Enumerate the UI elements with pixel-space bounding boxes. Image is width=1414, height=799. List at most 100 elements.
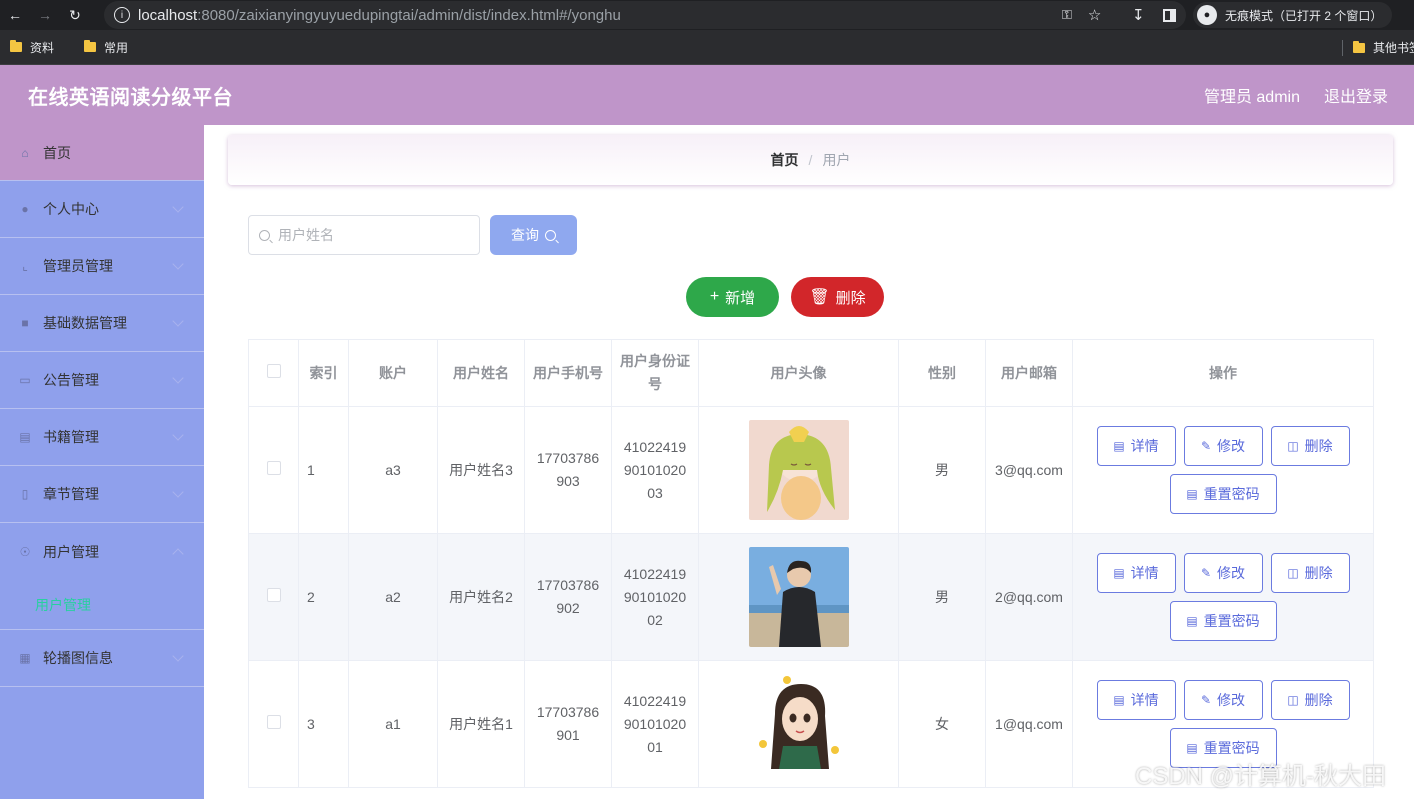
sidepanel-icon[interactable]: [1162, 8, 1176, 22]
album-icon: ▦: [19, 651, 31, 665]
incognito-icon: ●: [1197, 5, 1217, 25]
detail-label: 详情: [1130, 437, 1159, 454]
folder-icon: [1353, 40, 1365, 53]
column-header: 索引: [298, 339, 349, 407]
cell-index: 2: [298, 533, 349, 661]
incognito-badge[interactable]: ● 无痕模式（已打开 2 个窗口）: [1193, 2, 1393, 28]
edit-icon: ✎: [1200, 692, 1212, 707]
breadcrumb-home[interactable]: 首页: [771, 150, 799, 170]
chevron-down-icon: [172, 258, 184, 270]
cell-name: 用户姓名2: [437, 533, 525, 661]
reload-icon[interactable]: ↻: [60, 0, 90, 30]
column-header: 用户头像: [698, 339, 899, 407]
cell-avatar: [698, 660, 899, 788]
breadcrumb: 首页 / 用户: [228, 135, 1393, 185]
row-checkbox[interactable]: [266, 587, 281, 602]
other-bookmarks[interactable]: 其他书签: [1342, 30, 1414, 65]
document-icon: ▤: [1186, 486, 1198, 501]
sidebar-item-chapters[interactable]: ▯ 章节管理: [0, 466, 204, 523]
sidebar-item-label: 书籍管理: [43, 429, 99, 445]
sidebar-item-label: 用户管理: [43, 543, 99, 560]
chevron-up-icon: [172, 548, 184, 560]
add-button[interactable]: + 新增: [686, 277, 779, 317]
watermark: CSDN @计算机-秋大田: [1135, 763, 1387, 790]
sidebar-item-base-data[interactable]: ■ 基础数据管理: [0, 295, 204, 352]
cell-index: 1: [298, 406, 349, 534]
chevron-down-icon: [172, 650, 184, 662]
address-bar[interactable]: i localhost:8080/zaixianyingyuyuedupingt…: [104, 1, 1186, 29]
search-icon: [259, 229, 270, 241]
delete-label: 删除: [1304, 437, 1333, 454]
sidebar-item-notices[interactable]: ▭ 公告管理: [0, 352, 204, 409]
sidebar-item-carousel[interactable]: ▦ 轮播图信息: [0, 630, 204, 687]
delete-button[interactable]: ◫ 删除: [1270, 680, 1350, 720]
chevron-down-icon: [172, 429, 184, 441]
sidebar-item-home[interactable]: ⌂ 首页: [0, 125, 204, 181]
avatar: [748, 420, 849, 520]
info-icon[interactable]: i: [114, 7, 130, 23]
edit-button[interactable]: ✎ 修改: [1183, 680, 1263, 720]
sidebar-item-admins[interactable]: ⌞ 管理员管理: [0, 238, 204, 295]
url-host: localhost: [138, 6, 198, 24]
avatar: [748, 674, 849, 774]
edit-button[interactable]: ✎ 修改: [1183, 553, 1263, 593]
submenu-user-management[interactable]: 用户管理: [0, 580, 204, 630]
delete-button[interactable]: ◫ 删除: [1270, 426, 1350, 466]
query-button[interactable]: 查询: [490, 215, 577, 255]
delete-button[interactable]: ◫ 删除: [1270, 553, 1350, 593]
cell-account: a1: [348, 660, 438, 788]
bookmark-label: 资料: [30, 40, 55, 55]
trash-icon: ◫: [1287, 692, 1299, 707]
cell-email: 2@qq.com: [985, 533, 1073, 661]
cell-account: a2: [348, 533, 438, 661]
select-all-checkbox[interactable]: [266, 363, 281, 378]
table-row: 2 a2 用户姓名2 17703786902 41022419901010200…: [248, 533, 1374, 661]
sidebar-item-books[interactable]: ▤ 书籍管理: [0, 409, 204, 466]
edit-icon: ✎: [1200, 438, 1212, 453]
search-input[interactable]: 用户姓名: [248, 215, 480, 255]
forward-icon[interactable]: →: [30, 0, 60, 30]
select-all-cell: [248, 339, 299, 407]
query-button-label: 查询: [511, 227, 539, 243]
bookmark-folder[interactable]: 常用: [84, 39, 128, 56]
edit-button[interactable]: ✎ 修改: [1183, 426, 1263, 466]
column-header: 用户邮箱: [985, 339, 1073, 407]
bookmark-folder[interactable]: 资料: [10, 39, 54, 56]
sidebar-item-users[interactable]: ☉ 用户管理: [0, 523, 204, 580]
browser-toolbar: ← → ↻ i localhost:8080/zaixianyingyuyued…: [0, 0, 1414, 30]
avatar: [748, 547, 849, 647]
detail-label: 详情: [1130, 564, 1159, 581]
sidebar-item-label: 基础数据管理: [43, 315, 127, 331]
cell-gender: 男: [898, 406, 986, 534]
detail-button[interactable]: ▤ 详情: [1096, 680, 1176, 720]
column-header: 用户姓名: [437, 339, 525, 407]
key-icon[interactable]: ⚿: [1062, 7, 1072, 23]
breadcrumb-current: 用户: [822, 152, 851, 168]
app-header: 在线英语阅读分级平台 管理员 admin 退出登录: [0, 65, 1414, 125]
reset-password-button[interactable]: ▤ 重置密码: [1169, 601, 1277, 641]
main-content: 首页 / 用户 用户姓名 查询 + 新增 🗑 删除 索引 账户 用户姓名 用户手: [204, 125, 1414, 799]
star-icon[interactable]: ☆: [1088, 6, 1101, 24]
crop-icon: ⌞: [22, 259, 28, 273]
bulk-delete-button[interactable]: 🗑 删除: [791, 277, 884, 317]
download-icon[interactable]: ↧: [1132, 6, 1145, 24]
chevron-down-icon: [172, 486, 184, 498]
sidebar-item-label: 章节管理: [43, 486, 99, 502]
detail-button[interactable]: ▤ 详情: [1096, 553, 1176, 593]
detail-button[interactable]: ▤ 详情: [1096, 426, 1176, 466]
reset-password-button[interactable]: ▤ 重置密码: [1169, 474, 1277, 514]
row-checkbox[interactable]: [266, 714, 281, 729]
bookmark-label: 其他书签: [1373, 41, 1414, 55]
sidebar-item-label: 管理员管理: [43, 258, 113, 274]
logout-link[interactable]: 退出登录: [1324, 83, 1388, 107]
reset-password-label: 重置密码: [1203, 485, 1260, 502]
edit-label: 修改: [1217, 564, 1246, 581]
reset-password-label: 重置密码: [1203, 612, 1260, 629]
edit-icon: ✎: [1200, 565, 1212, 580]
row-checkbox[interactable]: [266, 460, 281, 475]
bookmarks-bar: 资料 常用 其他书签: [0, 30, 1414, 65]
bookmark-divider: [1342, 39, 1343, 56]
cell-avatar: [698, 533, 899, 661]
back-icon[interactable]: ←: [0, 0, 30, 30]
sidebar-item-profile[interactable]: ● 个人中心: [0, 181, 204, 238]
